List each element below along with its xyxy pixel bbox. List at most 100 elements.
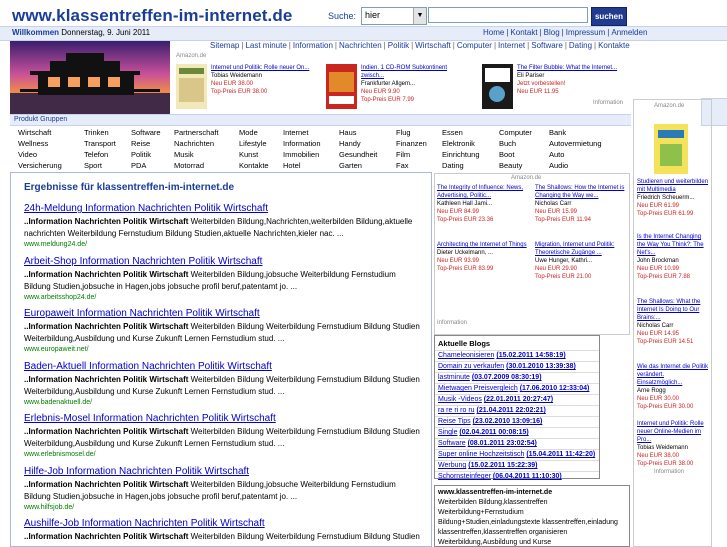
blog-link[interactable]: Mietwagen Preisvergleich: [438, 385, 518, 392]
product-group-link[interactable]: Reise: [131, 139, 150, 148]
topnav-impressum[interactable]: Impressum: [566, 28, 606, 37]
topnav-blog[interactable]: Blog: [544, 28, 560, 37]
blog-entry[interactable]: Chameleonisieren (15.02.2011 14:58:19): [435, 350, 599, 361]
product-group-link[interactable]: Immobilien: [283, 150, 319, 159]
nav-kontakte[interactable]: Kontakte: [598, 41, 630, 50]
product-group-link[interactable]: Wellness: [18, 139, 48, 148]
ad-title[interactable]: Migration, Internet und Politik: Theoret…: [535, 241, 627, 257]
ad-item[interactable]: Migration, Internet und Politik: Theoret…: [535, 241, 627, 281]
product-group-link[interactable]: Software: [131, 128, 161, 137]
ad-item[interactable]: The Shallows: What the Internet Is Doing…: [637, 298, 709, 346]
product-group-link[interactable]: Handy: [339, 139, 361, 148]
product-group-link[interactable]: Musik: [174, 150, 194, 159]
ad-info-link[interactable]: Information: [654, 468, 684, 476]
product-group-link[interactable]: Autovermietung: [549, 139, 602, 148]
product-group-link[interactable]: Trinken: [84, 128, 109, 137]
blog-link[interactable]: Chameleonisieren: [438, 352, 494, 359]
product-group-link[interactable]: PDA: [131, 161, 146, 170]
ad-title[interactable]: Wie das Internet die Politik verändert. …: [637, 363, 709, 387]
ad-title[interactable]: The Integrity of Influence: News, Advert…: [437, 184, 529, 200]
product-group-link[interactable]: Auto: [549, 150, 564, 159]
nav-dating[interactable]: Dating: [569, 41, 592, 50]
product-group-link[interactable]: Essen: [442, 128, 463, 137]
product-group-link[interactable]: Einrichtung: [442, 150, 480, 159]
result-title[interactable]: Erlebnis-Mosel Information Nachrichten P…: [24, 413, 424, 424]
result-url[interactable]: www.badenaktuell.de/: [24, 399, 424, 406]
result-title[interactable]: Europaweit Information Nachrichten Polit…: [24, 308, 424, 319]
product-group-link[interactable]: Kontakte: [239, 161, 269, 170]
nav-internet[interactable]: Internet: [498, 41, 525, 50]
ad-item[interactable]: Internet und Politik: Rolle neuer On... …: [176, 64, 322, 109]
product-group-link[interactable]: Telefon: [84, 150, 108, 159]
product-group-link[interactable]: Politik: [131, 150, 151, 159]
nav-nachrichten[interactable]: Nachrichten: [339, 41, 382, 50]
ad-title[interactable]: Internet und Politik: Rolle neuer Online…: [637, 420, 709, 444]
product-group-link[interactable]: Lifestyle: [239, 139, 267, 148]
ad-title[interactable]: Indien. 1 CD-ROM Subkontinent zwisch...: [361, 64, 471, 80]
product-group-link[interactable]: Fax: [396, 161, 409, 170]
topnav-home[interactable]: Home: [483, 28, 504, 37]
product-group-link[interactable]: Transport: [84, 139, 116, 148]
ad-title[interactable]: The Shallows: How the Internet is Changi…: [535, 184, 627, 200]
product-group-link[interactable]: Video: [18, 150, 37, 159]
ad-item[interactable]: Studieren und weiterbilden mit Multimedi…: [637, 178, 709, 218]
ad-title[interactable]: The Filter Bubble: What the Internet...: [517, 64, 627, 72]
product-group-link[interactable]: Kunst: [239, 150, 258, 159]
blog-link[interactable]: Software: [438, 440, 466, 447]
nav-last-minute[interactable]: Last minute: [245, 41, 286, 50]
blog-entry[interactable]: Reise Tips (23.02.2010 13:09:16): [435, 416, 599, 427]
result-title[interactable]: 24h-Meldung Information Nachrichten Poli…: [24, 203, 424, 214]
blog-entry[interactable]: Mietwagen Preisvergleich (17.06.2010 12:…: [435, 383, 599, 394]
blog-link[interactable]: Musik -Videos: [438, 396, 482, 403]
blog-entry[interactable]: Werbung (15.02.2011 15:22:39): [435, 460, 599, 471]
product-group-link[interactable]: Sport: [84, 161, 102, 170]
ad-item[interactable]: Wie das Internet die Politik verändert. …: [637, 363, 709, 411]
product-group-link[interactable]: Versicherung: [18, 161, 62, 170]
ad-item[interactable]: Is the Internet Changing the Way You Thi…: [637, 233, 709, 281]
product-group-link[interactable]: Partnerschaft: [174, 128, 219, 137]
ad-item[interactable]: Internet und Politik: Rolle neuer Online…: [637, 420, 709, 468]
result-url[interactable]: www.meldung24.de/: [24, 241, 424, 248]
book-cover-image[interactable]: [326, 64, 357, 109]
product-group-link[interactable]: Bank: [549, 128, 566, 137]
blog-link[interactable]: ra re ri ro ru: [438, 407, 475, 414]
ad-title[interactable]: Architecting the Internet of Things: [437, 241, 529, 249]
nav-computer[interactable]: Computer: [457, 41, 492, 50]
blog-link[interactable]: Super online Hochzeitstisch: [438, 451, 524, 458]
book-cover-image[interactable]: [654, 124, 688, 174]
product-group-link[interactable]: Beauty: [499, 161, 522, 170]
result-title[interactable]: Hilfe-Job Information Nachrichten Politi…: [24, 466, 424, 477]
product-group-link[interactable]: Film: [396, 150, 410, 159]
blog-entry[interactable]: Software (08.01.2011 23:02:54): [435, 438, 599, 449]
book-cover-image[interactable]: [482, 64, 513, 109]
blog-entry[interactable]: ra re ri ro ru (21.04.2011 22:02:21): [435, 405, 599, 416]
product-group-link[interactable]: Gesundheit: [339, 150, 377, 159]
result-url[interactable]: www.arbeitsshop24.de/: [24, 294, 424, 301]
blog-link[interactable]: lastminute: [438, 374, 470, 381]
product-group-link[interactable]: Boot: [499, 150, 514, 159]
result-title[interactable]: Aushilfe-Job Information Nachrichten Pol…: [24, 518, 424, 529]
product-group-link[interactable]: Mode: [239, 128, 258, 137]
nav-politik[interactable]: Politik: [388, 41, 409, 50]
search-button[interactable]: suchen: [591, 7, 627, 26]
blog-link[interactable]: Schornsteinfeger: [438, 473, 491, 480]
blog-link[interactable]: Single: [438, 429, 457, 436]
product-group-link[interactable]: Wirtschaft: [18, 128, 51, 137]
product-group-link[interactable]: Audio: [549, 161, 568, 170]
blog-link[interactable]: Reise Tips: [438, 418, 471, 425]
blog-link[interactable]: Werbung: [438, 462, 466, 469]
blog-entry[interactable]: Single (02.04.2011 00:08:15): [435, 427, 599, 438]
result-title[interactable]: Arbeit-Shop Information Nachrichten Poli…: [24, 256, 424, 267]
result-url[interactable]: www.europaweit.net/: [24, 346, 424, 353]
product-group-link[interactable]: Information: [283, 139, 321, 148]
blog-entry[interactable]: lastminute (03.07.2009 08:30:19): [435, 372, 599, 383]
product-group-link[interactable]: Motorrad: [174, 161, 204, 170]
ad-title[interactable]: Studieren und weiterbilden mit Multimedi…: [637, 178, 709, 194]
product-group-link[interactable]: Elektronik: [442, 139, 475, 148]
nav-sitemap[interactable]: Sitemap: [210, 41, 239, 50]
topnav-anmelden[interactable]: Anmelden: [611, 28, 647, 37]
product-group-link[interactable]: Internet: [283, 128, 308, 137]
product-group-link[interactable]: Finanzen: [396, 139, 427, 148]
ad-info-link[interactable]: Information: [437, 320, 467, 326]
blog-entry[interactable]: Super online Hochzeitstisch (15.04.2011 …: [435, 449, 599, 460]
